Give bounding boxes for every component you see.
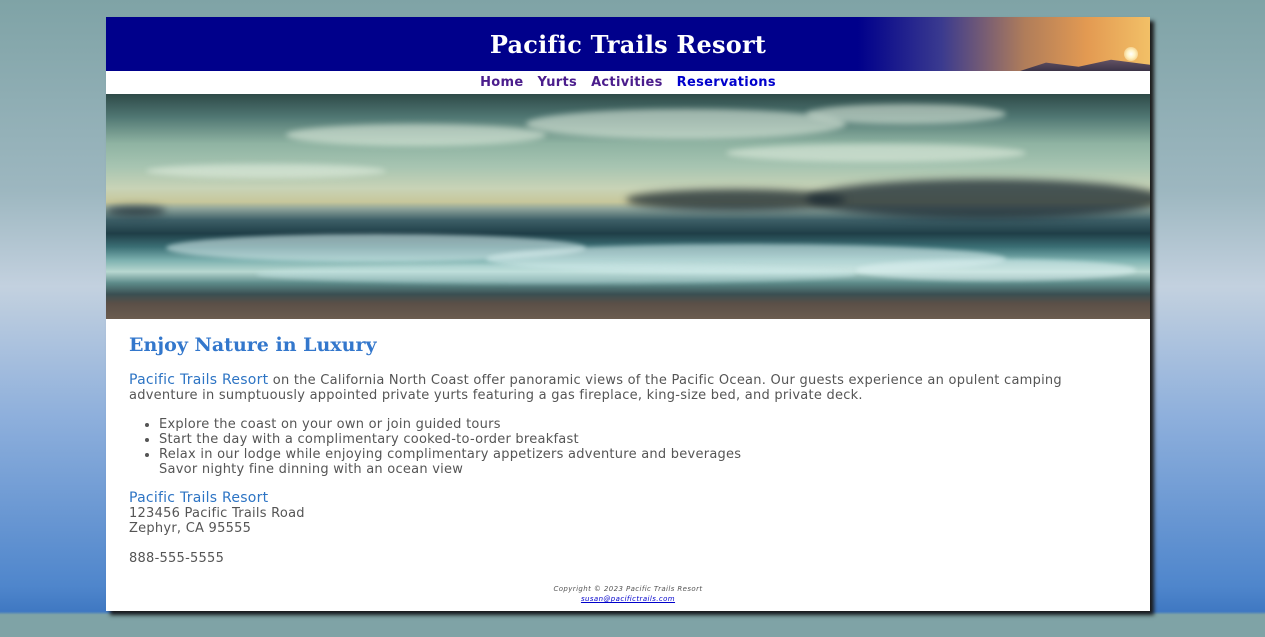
list-item: Explore the coast on your own or join gu… (159, 417, 1127, 432)
intro-brand: Pacific Trails Resort (129, 372, 269, 388)
main-nav: Home Yurts Activities Reservations (106, 71, 1150, 94)
intro-text: on the California North Coast offer pano… (129, 373, 1062, 403)
contact-street: 123456 Pacific Trails Road (129, 506, 305, 521)
copyright-text: Copyright © 2023 Pacific Trails Resort (553, 585, 703, 593)
page-wrapper: Pacific Trails Resort Home Yurts Activit… (106, 17, 1150, 611)
hero-ocean-image (106, 94, 1150, 319)
list-item: Relax in our lodge while enjoying compli… (159, 447, 1127, 462)
intro-paragraph: Pacific Trails Resort on the California … (129, 372, 1127, 404)
nav-link-yurts[interactable]: Yurts (530, 75, 584, 90)
contact-city: Zephyr, CA 95555 (129, 521, 252, 536)
nav-link-reservations[interactable]: Reservations (670, 75, 783, 90)
site-header: Pacific Trails Resort (106, 17, 1150, 71)
footer-email-link[interactable]: susan@pacifictrails.com (581, 595, 675, 603)
contact-info: Pacific Trails Resort 123456 Pacific Tra… (129, 490, 1127, 567)
nav-link-home[interactable]: Home (473, 75, 530, 90)
site-footer: Copyright © 2023 Pacific Trails Resort s… (106, 584, 1150, 604)
list-item: Savor nighty fine dinning with an ocean … (159, 462, 464, 477)
nav-link-activities[interactable]: Activities (584, 75, 670, 90)
contact-phone: 888-555-5555 (129, 551, 225, 566)
list-item: Start the day with a complimentary cooke… (159, 432, 1127, 447)
site-title: Pacific Trails Resort (489, 29, 767, 59)
features-list: Explore the coast on your own or join gu… (129, 417, 1127, 477)
contact-name: Pacific Trails Resort (129, 490, 269, 506)
header-sun-image (1124, 47, 1138, 61)
main-content: Enjoy Nature in Luxury Pacific Trails Re… (106, 319, 1150, 566)
page-heading: Enjoy Nature in Luxury (129, 334, 377, 356)
